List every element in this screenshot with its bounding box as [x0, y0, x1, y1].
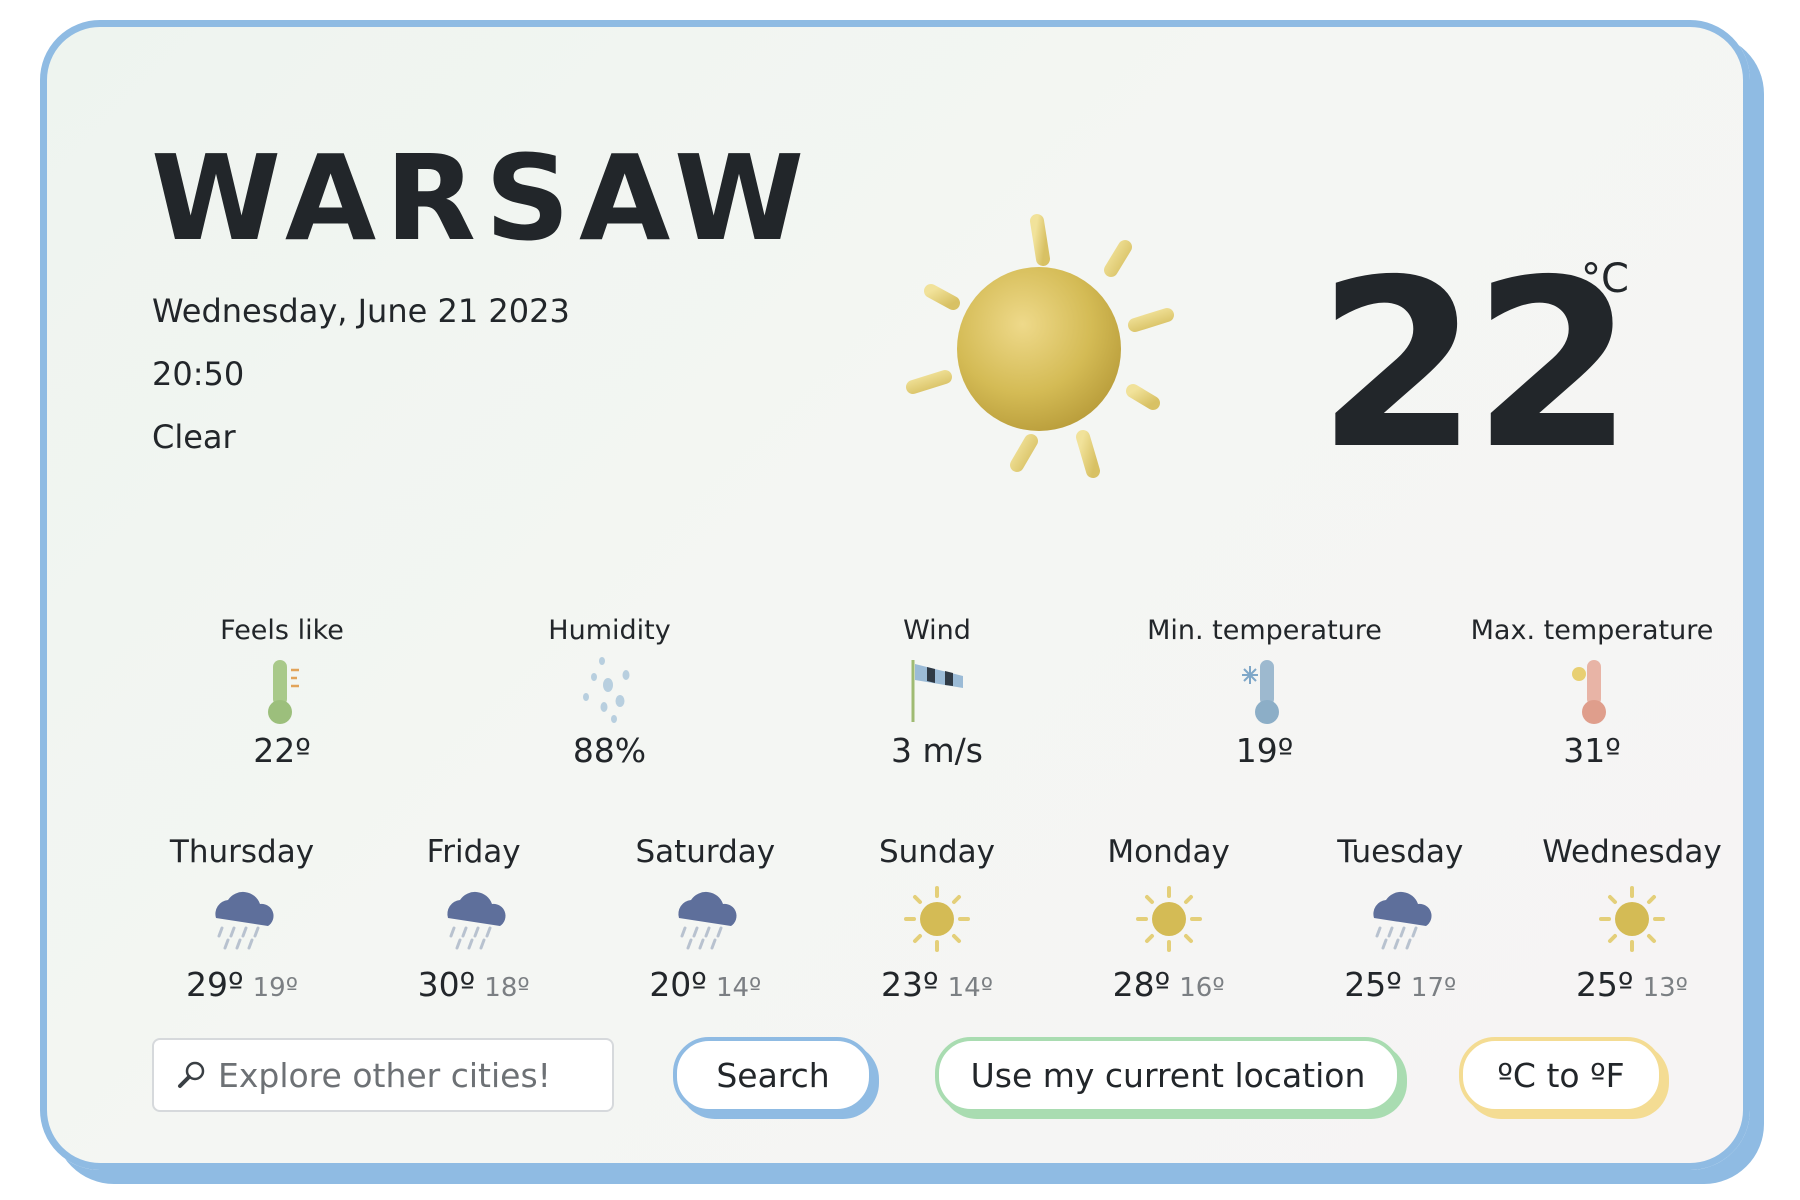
forecast-max: 25º [1344, 965, 1402, 1004]
forecast-day: Tuesday 25º 17º [1300, 834, 1500, 1004]
stat-label: Min. temperature [1147, 615, 1382, 646]
forecast-min: 14º [947, 973, 993, 1003]
sun-icon [903, 886, 970, 952]
stats-row: Feels like 22º Humidity 88% Wind 3 m/s M… [152, 617, 1722, 767]
forecast-min: 13º [1642, 973, 1688, 1003]
droplets-icon [582, 657, 629, 723]
forecast-day-name: Thursday [169, 834, 315, 870]
forecast-min: 14º [715, 973, 762, 1003]
condition-text: Clear [152, 418, 236, 456]
current-location-button[interactable]: Use my current location [935, 1037, 1401, 1113]
forecast-max: 28º [1112, 965, 1171, 1004]
forecast-day-name: Saturday [635, 834, 776, 870]
forecast-day: Friday 30º 18º [374, 834, 574, 1004]
forecast-min: 17º [1410, 973, 1457, 1003]
sun-icon [906, 214, 1174, 478]
search-button[interactable]: Search [673, 1037, 873, 1113]
stat-max-temperature: Max. temperature 31º [1462, 617, 1722, 767]
forecast-max: 20º [649, 965, 707, 1004]
thermometer-icon [268, 660, 299, 724]
stat-value: 19º [1235, 731, 1294, 770]
forecast-day-name: Monday [1107, 834, 1230, 870]
rain-cloud-icon [447, 891, 506, 950]
forecast-max: 30º [417, 965, 476, 1004]
stat-feels-like: Feels like 22º [152, 617, 412, 767]
forecast-day: Wednesday 25º 13º [1532, 834, 1732, 1004]
forecast-max: 23º [880, 965, 939, 1004]
forecast-min: 16º [1179, 973, 1225, 1003]
forecast-day: Thursday 29º 19º [142, 834, 342, 1004]
weather-card: WARSAW Wednesday, June 21 2023 20:50 Cle… [40, 20, 1750, 1170]
sun-icon [1598, 886, 1665, 952]
date-text: Wednesday, June 21 2023 [152, 292, 570, 330]
forecast-max: 25º [1575, 965, 1634, 1004]
forecast-day-name: Friday [426, 834, 521, 870]
stat-value: 88% [572, 731, 647, 770]
forecast-day: Sunday 23º 14º [837, 834, 1037, 1004]
forecast-max: 29º [186, 965, 244, 1004]
stat-value: 31º [1563, 731, 1621, 770]
temperature-unit: °C [1581, 256, 1629, 302]
stat-label: Wind [903, 615, 971, 646]
stat-label: Max. temperature [1470, 615, 1714, 646]
forecast-day: Saturday 20º 14º [605, 834, 805, 1004]
search-field[interactable] [152, 1038, 614, 1112]
magnifier-icon [178, 1061, 205, 1088]
stat-value: 3 m/s [891, 731, 983, 770]
stat-wind: Wind 3 m/s [807, 617, 1067, 767]
rain-cloud-icon [215, 891, 274, 950]
hot-thermometer-icon [1572, 660, 1606, 724]
cold-thermometer-icon [1241, 660, 1279, 724]
windsock-icon [911, 660, 963, 722]
forecast-day-name: Tuesday [1337, 834, 1464, 870]
forecast-min: 18º [484, 973, 530, 1003]
stat-label: Feels like [220, 615, 344, 646]
stat-label: Humidity [548, 615, 671, 646]
forecast-day-name: Sunday [878, 834, 995, 870]
rain-cloud-icon [678, 891, 737, 950]
unit-toggle-button[interactable]: ºC to ºF [1459, 1037, 1663, 1113]
time-text: 20:50 [152, 355, 245, 393]
city-name: WARSAW [151, 129, 814, 267]
sun-icon [1135, 886, 1202, 952]
stat-humidity: Humidity 88% [480, 617, 740, 767]
forecast-day: Monday 28º 16º [1069, 834, 1269, 1004]
stat-min-temperature: Min. temperature 19º [1135, 617, 1395, 767]
forecast-min: 19º [252, 973, 298, 1003]
forecast-day-name: Wednesday [1542, 834, 1722, 870]
search-input[interactable] [216, 1054, 610, 1096]
stat-value: 22º [253, 731, 311, 770]
rain-cloud-icon [1373, 891, 1432, 950]
forecast-row: Thursday 29º 19º Friday 30º 18º Saturday… [142, 834, 1732, 1004]
